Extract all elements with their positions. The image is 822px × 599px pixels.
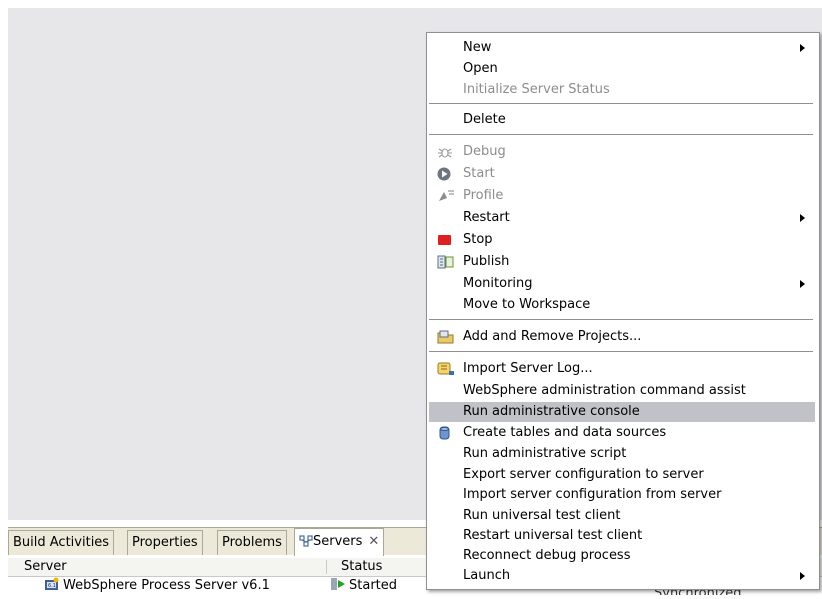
menu-item-label: Run administrative script	[463, 446, 627, 461]
menu-item-monitoring[interactable]: Monitoring	[429, 274, 815, 294]
menu-item-new[interactable]: New	[429, 38, 815, 58]
menu-item-reconnect-debug-process[interactable]: Reconnect debug process	[429, 546, 815, 566]
menu-item-label: Add and Remove Projects...	[463, 329, 642, 344]
menu-item-label: Reconnect debug process	[463, 548, 631, 563]
server-cell: 6.1 WebSphere Process Server v6.1	[44, 577, 270, 595]
menu-item-stop[interactable]: Stop	[429, 230, 815, 250]
menu-item-label: Start	[463, 166, 495, 181]
menu-item-label: Restart universal test client	[463, 528, 643, 543]
menu-item-open[interactable]: Open	[429, 59, 815, 79]
tab-label: Problems	[222, 535, 282, 550]
menu-item-create-tables-data-sources[interactable]: Create tables and data sources	[429, 423, 815, 443]
menu-separator	[429, 351, 813, 352]
menu-separator	[429, 134, 813, 135]
menu-item-label: Export server configuration to server	[463, 467, 704, 482]
context-menu: New Open Initialize Server Status Delete…	[426, 32, 820, 590]
submenu-arrow-icon	[800, 44, 805, 52]
menu-item-label: Launch	[463, 568, 511, 583]
tab-problems[interactable]: Problems	[217, 530, 287, 555]
menu-item-initialize-server-status[interactable]: Initialize Server Status	[429, 80, 815, 100]
menu-item-label: Debug	[463, 144, 506, 159]
menu-item-run-admin-console[interactable]: Run administrative console	[429, 402, 815, 422]
menu-item-add-remove-projects[interactable]: Add and Remove Projects...	[429, 327, 815, 347]
close-icon[interactable]: ✕	[368, 534, 379, 549]
started-icon	[330, 577, 346, 591]
menu-item-label: Open	[463, 61, 498, 76]
profile-icon	[437, 189, 454, 203]
websphere-server-icon: 6.1	[44, 577, 60, 591]
menu-item-export-server-config[interactable]: Export server configuration to server	[429, 465, 815, 485]
menu-separator	[429, 319, 813, 320]
column-header-status[interactable]: Status	[333, 558, 382, 576]
menu-item-label: Profile	[463, 188, 504, 203]
menu-item-run-admin-script[interactable]: Run administrative script	[429, 444, 815, 464]
menu-item-import-server-log[interactable]: Import Server Log...	[429, 359, 815, 379]
menu-item-label: New	[463, 40, 492, 55]
svg-text:6.1: 6.1	[48, 583, 56, 589]
menu-separator	[429, 103, 813, 104]
menu-item-import-server-config[interactable]: Import server configuration from server	[429, 485, 815, 505]
menu-item-label: Restart	[463, 210, 510, 225]
menu-item-label: Publish	[463, 254, 510, 269]
menu-item-label: Create tables and data sources	[463, 425, 667, 440]
menu-item-run-universal-test-client[interactable]: Run universal test client	[429, 506, 815, 526]
debug-bug-icon	[437, 145, 453, 159]
menu-item-label: Import server configuration from server	[463, 487, 722, 502]
submenu-arrow-icon	[800, 572, 805, 580]
server-log-icon	[437, 362, 454, 376]
menu-item-label: Run universal test client	[463, 508, 621, 523]
column-header-server[interactable]: Server	[16, 558, 67, 576]
menu-item-move-to-workspace[interactable]: Move to Workspace	[429, 295, 815, 315]
menu-item-label: Delete	[463, 112, 506, 127]
menu-item-label: Monitoring	[463, 276, 533, 291]
menu-item-label: Run administrative console	[463, 404, 640, 419]
menu-item-label: WebSphere administration command assist	[463, 383, 746, 398]
menu-item-restart-universal-test-client[interactable]: Restart universal test client	[429, 526, 815, 546]
server-status: Started	[349, 578, 398, 593]
menu-item-debug[interactable]: Debug	[429, 142, 815, 162]
tab-label: Servers	[313, 534, 363, 549]
submenu-arrow-icon	[800, 280, 805, 288]
tab-build-activities[interactable]: Build Activities	[8, 530, 115, 555]
projects-icon	[437, 330, 454, 344]
column-divider[interactable]	[326, 560, 327, 574]
status-cell: Started	[330, 577, 397, 595]
menu-item-profile[interactable]: Profile	[429, 186, 815, 206]
menu-item-label: Initialize Server Status	[463, 82, 610, 97]
tab-servers[interactable]: Servers ✕	[294, 528, 385, 557]
menu-item-label: Move to Workspace	[463, 297, 591, 312]
stop-icon	[437, 233, 453, 247]
server-name: WebSphere Process Server v6.1	[63, 578, 270, 593]
start-icon	[437, 167, 453, 181]
database-icon	[437, 426, 453, 440]
submenu-arrow-icon	[800, 214, 805, 222]
menu-item-delete[interactable]: Delete	[429, 110, 815, 130]
servers-icon	[299, 531, 313, 557]
menu-item-start[interactable]: Start	[429, 164, 815, 184]
menu-item-websphere-command-assist[interactable]: WebSphere administration command assist	[429, 381, 815, 401]
menu-item-label: Import Server Log...	[463, 361, 593, 376]
tab-properties[interactable]: Properties	[127, 530, 203, 555]
publish-icon	[437, 255, 454, 269]
tab-label: Properties	[132, 535, 198, 550]
menu-item-publish[interactable]: Publish	[429, 252, 815, 272]
menu-item-restart[interactable]: Restart	[429, 208, 815, 228]
menu-item-label: Stop	[463, 232, 493, 247]
menu-item-launch[interactable]: Launch	[429, 566, 815, 586]
tab-label: Build Activities	[13, 535, 110, 550]
